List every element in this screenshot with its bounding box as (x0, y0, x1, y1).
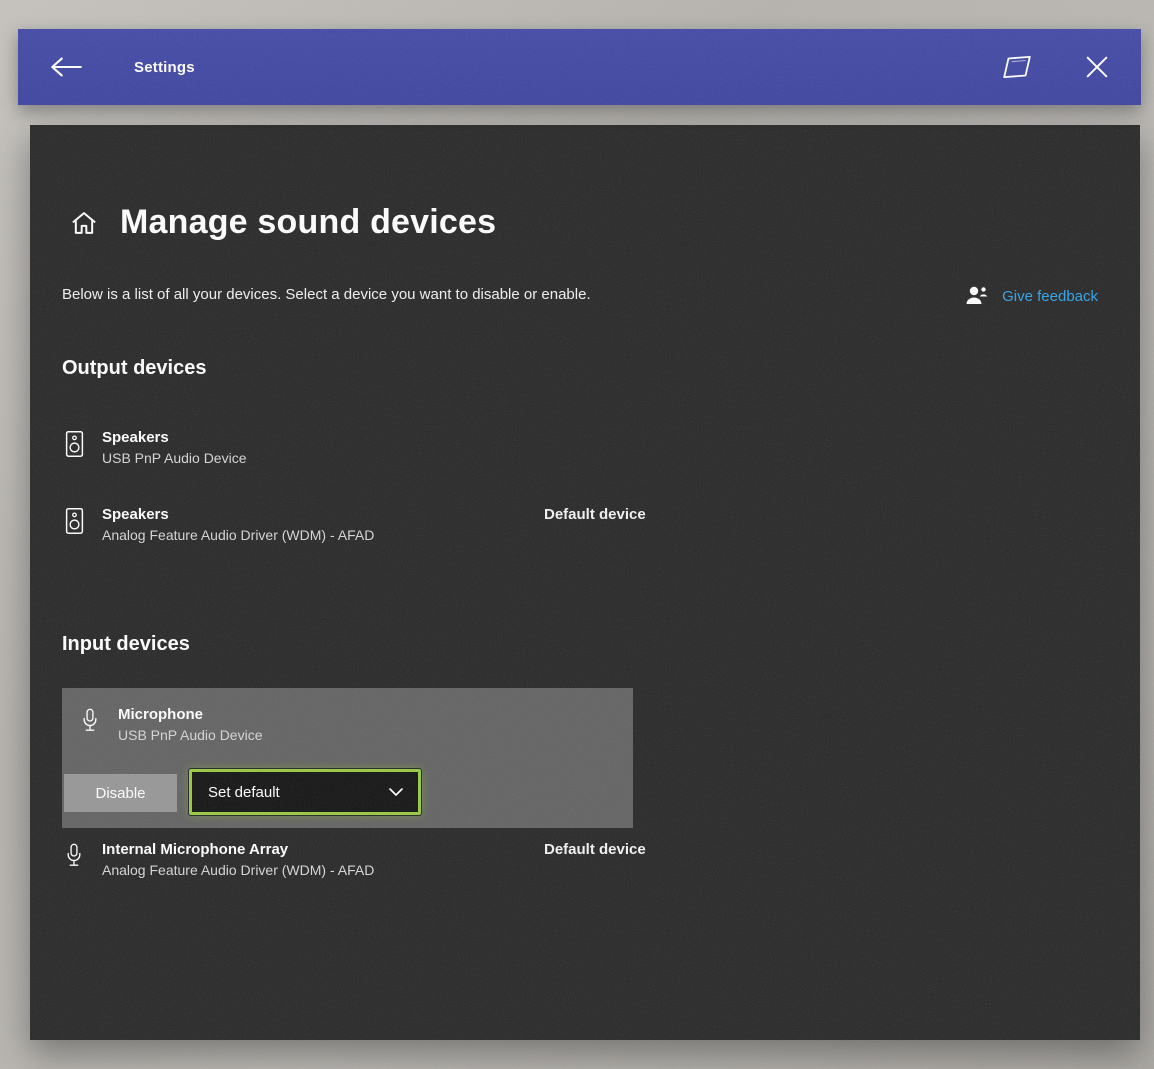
chevron-down-icon (388, 787, 404, 797)
feedback-label: Give feedback (1002, 288, 1098, 305)
titlebar-title: Settings (134, 59, 195, 76)
device-driver: Analog Feature Audio Driver (WDM) - AFAD (102, 861, 374, 881)
selected-device-card[interactable]: Microphone USB PnP Audio Device Disable … (62, 688, 633, 828)
home-icon[interactable] (70, 210, 98, 236)
default-device-badge: Default device (544, 841, 646, 858)
close-button[interactable] (1053, 29, 1141, 105)
speaker-icon (62, 504, 86, 536)
back-arrow-icon (48, 54, 84, 80)
device-name: Speakers (102, 504, 374, 526)
close-icon (1083, 53, 1111, 81)
page-title: Manage sound devices (120, 203, 496, 242)
device-row-speakers-analog[interactable]: Speakers Analog Feature Audio Driver (WD… (62, 504, 662, 545)
speaker-icon (62, 427, 86, 459)
device-name: Speakers (102, 427, 247, 449)
set-default-label: Set default (208, 784, 280, 801)
device-row-speakers-usb[interactable]: Speakers USB PnP Audio Device (62, 427, 662, 468)
input-devices-header: Input devices (62, 633, 190, 656)
device-name: Internal Microphone Array (102, 839, 374, 861)
device-driver: USB PnP Audio Device (102, 449, 247, 469)
default-device-badge: Default device (544, 506, 646, 523)
device-name: Microphone (118, 704, 263, 726)
device-driver: Analog Feature Audio Driver (WDM) - AFAD (102, 526, 374, 546)
device-row-internal-mic[interactable]: Internal Microphone Array Analog Feature… (62, 839, 662, 880)
microphone-icon (62, 839, 86, 871)
titlebar: Settings (18, 29, 1141, 105)
give-feedback-link[interactable]: Give feedback (964, 285, 1098, 307)
device-driver: USB PnP Audio Device (118, 726, 263, 746)
set-default-dropdown[interactable]: Set default (189, 769, 421, 815)
microphone-icon (78, 704, 102, 745)
page-description: Below is a list of all your devices. Sel… (62, 283, 652, 308)
window-frame-icon (1001, 53, 1033, 81)
feedback-person-icon (964, 285, 988, 307)
output-devices-header: Output devices (62, 357, 206, 380)
settings-panel: Manage sound devices Below is a list of … (30, 125, 1140, 1040)
window-frame-button[interactable] (981, 29, 1053, 105)
back-button[interactable] (18, 29, 114, 105)
disable-button[interactable]: Disable (64, 774, 177, 812)
